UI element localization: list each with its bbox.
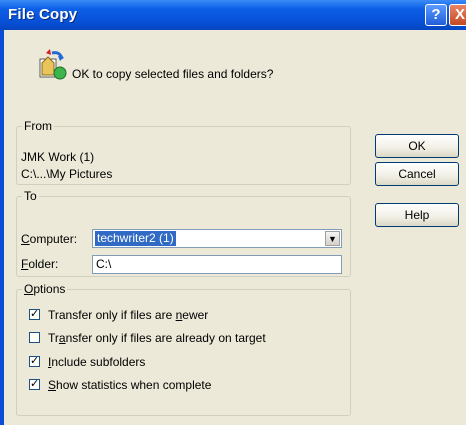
computer-label: Computer: xyxy=(21,232,77,246)
title-bar[interactable]: File Copy ? X xyxy=(0,0,466,30)
options-legend-rest: ptions xyxy=(33,282,66,296)
chevron-down-icon[interactable]: ▼ xyxy=(325,231,340,246)
folder-input[interactable]: C:\ xyxy=(92,255,342,274)
from-legend: From xyxy=(24,119,52,133)
label-accel: S xyxy=(48,378,57,392)
checkbox-include-subfolders[interactable]: ✓ xyxy=(29,356,40,367)
option-already-on-target-label: Transfer only if files are already on ta… xyxy=(48,331,266,345)
option-include-subfolders-label: Include subfolders xyxy=(48,355,145,369)
window-title: File Copy xyxy=(8,6,78,23)
from-source-path: C:\...\My Pictures xyxy=(21,167,113,181)
options-group: Options ✓ Transfer only if files are new… xyxy=(16,282,351,416)
computer-dropdown[interactable]: techwriter2 (1) ▼ xyxy=(92,229,342,248)
label-part: Transfer only if files are xyxy=(48,308,176,322)
folder-label-rest: older: xyxy=(28,257,59,271)
computer-label-rest: omputer: xyxy=(29,232,78,246)
file-copy-dialog: File Copy ? X OK to copy selected files … xyxy=(0,0,466,425)
label-part: ewer xyxy=(182,308,209,322)
help-button[interactable]: Help xyxy=(375,203,459,227)
title-close-button[interactable]: X xyxy=(449,4,466,26)
checkbox-newer-only[interactable]: ✓ xyxy=(29,309,40,320)
folder-input-value: C:\ xyxy=(96,257,112,271)
ok-button[interactable]: OK xyxy=(375,134,459,158)
options-legend-accel: O xyxy=(24,282,34,296)
to-group: To Computer: techwriter2 (1) ▼ Folder: C… xyxy=(16,189,351,277)
cancel-button[interactable]: Cancel xyxy=(375,162,459,186)
dialog-body: OK to copy selected files and folders? F… xyxy=(4,30,466,425)
checkbox-show-statistics[interactable]: ✓ xyxy=(29,379,40,390)
confirmation-message: OK to copy selected files and folders? xyxy=(72,67,274,81)
title-help-button[interactable]: ? xyxy=(425,4,447,26)
label-part: how statistics when complete xyxy=(56,378,212,392)
option-show-statistics-label: Show statistics when complete xyxy=(48,378,211,392)
checkbox-already-on-target[interactable] xyxy=(29,332,40,343)
option-newer-only-label: Transfer only if files are newer xyxy=(48,308,208,322)
from-group: From JMK Work (1) C:\...\My Pictures xyxy=(16,119,351,185)
options-legend: Options xyxy=(22,282,67,296)
label-part: nsfer only if files are already on targe… xyxy=(65,331,266,345)
label-part: nclude subfolders xyxy=(51,355,146,369)
label-part: Tr xyxy=(48,331,59,345)
label-accel: a xyxy=(58,331,66,345)
computer-dropdown-value: techwriter2 (1) xyxy=(95,231,176,246)
computer-label-accel: C xyxy=(21,232,30,246)
copy-files-icon xyxy=(39,49,67,80)
folder-label: Folder: xyxy=(21,257,58,271)
to-legend: To xyxy=(24,189,37,203)
from-source-name: JMK Work (1) xyxy=(21,150,95,164)
